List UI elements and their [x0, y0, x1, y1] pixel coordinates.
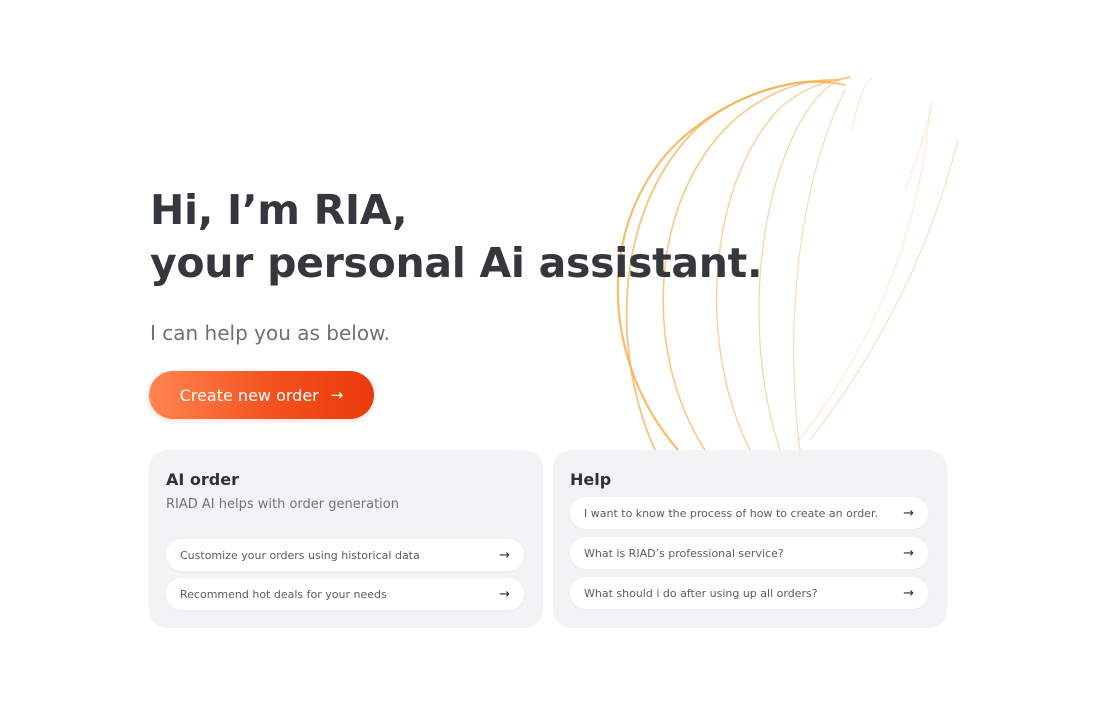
- help-question-item[interactable]: I want to know the process of how to cre…: [570, 497, 928, 529]
- hero-subtitle: I can help you as below.: [150, 321, 390, 345]
- arrow-right-icon: →: [903, 545, 914, 561]
- ai-suggestion-label: Customize your orders using historical d…: [180, 548, 420, 562]
- ai-suggestion-item[interactable]: Customize your orders using historical d…: [166, 539, 524, 571]
- ai-order-card-description: RIAD AI helps with order generation: [166, 497, 399, 512]
- help-card-title: Help: [570, 470, 612, 489]
- ai-order-card: AI order RIAD AI helps with order genera…: [149, 450, 543, 628]
- arrow-right-icon: →: [903, 585, 914, 601]
- arrow-right-icon: →: [499, 547, 510, 563]
- help-question-label: What is RIAD’s professional service?: [584, 546, 784, 560]
- ai-suggestion-label: Recommend hot deals for your needs: [180, 587, 387, 601]
- help-question-item[interactable]: What should i do after using up all orde…: [570, 577, 928, 609]
- page-title: Hi, I’m RIA, your personal Ai assistant.: [150, 184, 763, 290]
- arrow-right-icon: →: [903, 505, 914, 521]
- arrow-right-icon: →: [499, 586, 510, 602]
- headline-line-1: Hi, I’m RIA,: [150, 186, 408, 234]
- ai-order-card-title: AI order: [166, 470, 239, 489]
- arrow-right-icon: →: [330, 385, 344, 404]
- help-question-label: What should i do after using up all orde…: [584, 586, 818, 600]
- ai-suggestion-item[interactable]: Recommend hot deals for your needs →: [166, 578, 524, 610]
- create-new-order-label: Create new order: [179, 385, 319, 405]
- help-question-item[interactable]: What is RIAD’s professional service? →: [570, 537, 928, 569]
- hero-section: Hi, I’m RIA, your personal Ai assistant.: [150, 184, 763, 290]
- headline-line-2: your personal Ai assistant.: [150, 239, 763, 287]
- create-new-order-button[interactable]: Create new order →: [149, 371, 374, 419]
- help-question-label: I want to know the process of how to cre…: [584, 506, 878, 520]
- help-card: Help I want to know the process of how t…: [553, 450, 947, 628]
